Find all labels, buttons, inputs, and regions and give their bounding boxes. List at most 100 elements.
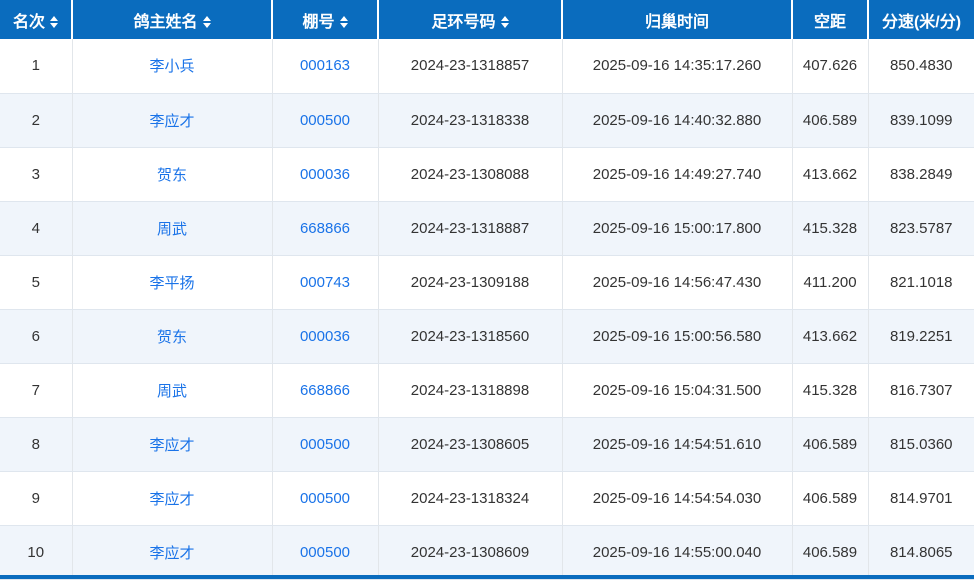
- cell-distance: 413.662: [792, 147, 869, 202]
- cell-ring: 2024-23-1318560: [378, 309, 563, 364]
- cell-owner: 李应才: [72, 471, 273, 526]
- cell-speed: 823.5787: [868, 201, 974, 256]
- column-label-rank: 名次: [12, 13, 45, 31]
- cell-ring: 2024-23-1308605: [378, 417, 563, 472]
- cell-speed: 838.2849: [868, 147, 974, 202]
- cell-time: 2025-09-16 15:00:17.800: [562, 201, 793, 256]
- owner-link[interactable]: 李应才: [149, 113, 194, 130]
- column-header-loft[interactable]: 棚号: [272, 0, 379, 39]
- cell-rank: 4: [0, 201, 73, 256]
- loft-link[interactable]: 000743: [300, 274, 350, 291]
- loft-link[interactable]: 000036: [300, 166, 350, 183]
- owner-link[interactable]: 贺东: [157, 167, 187, 184]
- cell-rank: 10: [0, 525, 73, 580]
- cell-rank: 7: [0, 363, 73, 418]
- cell-time: 2025-09-16 14:55:00.040: [562, 525, 793, 580]
- cell-owner: 李应才: [72, 525, 273, 580]
- cell-rank: 2: [0, 93, 73, 148]
- cell-speed: 815.0360: [868, 417, 974, 472]
- table-body: 1 李小兵 000163 2024-23-1318857 2025-09-16 …: [0, 39, 974, 580]
- cell-owner: 贺东: [72, 309, 273, 364]
- column-label-distance: 空距: [813, 13, 846, 31]
- cell-distance: 413.662: [792, 309, 869, 364]
- owner-link[interactable]: 周武: [157, 383, 187, 400]
- table-row: 4 周武 668866 2024-23-1318887 2025-09-16 1…: [0, 201, 974, 256]
- footer-bar: [0, 575, 974, 579]
- cell-ring: 2024-23-1309188: [378, 255, 563, 310]
- table-row: 1 李小兵 000163 2024-23-1318857 2025-09-16 …: [0, 39, 974, 94]
- cell-distance: 406.589: [792, 417, 869, 472]
- column-label-ring: 足环号码: [431, 13, 496, 31]
- column-header-owner[interactable]: 鸽主姓名: [72, 0, 273, 39]
- loft-link[interactable]: 000036: [300, 328, 350, 345]
- loft-link[interactable]: 000500: [300, 112, 350, 129]
- cell-time: 2025-09-16 14:40:32.880: [562, 93, 793, 148]
- column-header-rank[interactable]: 名次: [0, 0, 73, 39]
- cell-time: 2025-09-16 15:00:56.580: [562, 309, 793, 364]
- cell-rank: 3: [0, 147, 73, 202]
- table-row: 7 周武 668866 2024-23-1318898 2025-09-16 1…: [0, 363, 974, 418]
- column-header-distance: 空距: [792, 0, 869, 39]
- cell-loft: 668866: [272, 363, 379, 418]
- cell-loft: 000743: [272, 255, 379, 310]
- cell-owner: 周武: [72, 201, 273, 256]
- column-header-ring[interactable]: 足环号码: [378, 0, 563, 39]
- cell-time: 2025-09-16 14:56:47.430: [562, 255, 793, 310]
- cell-owner: 贺东: [72, 147, 273, 202]
- cell-distance: 406.589: [792, 471, 869, 526]
- cell-speed: 821.1018: [868, 255, 974, 310]
- cell-loft: 000036: [272, 147, 379, 202]
- loft-link[interactable]: 000500: [300, 490, 350, 507]
- cell-time: 2025-09-16 15:04:31.500: [562, 363, 793, 418]
- cell-speed: 819.2251: [868, 309, 974, 364]
- cell-loft: 000500: [272, 93, 379, 148]
- cell-owner: 李小兵: [72, 39, 273, 94]
- table-row: 8 李应才 000500 2024-23-1308605 2025-09-16 …: [0, 417, 974, 472]
- table-row: 5 李平扬 000743 2024-23-1309188 2025-09-16 …: [0, 255, 974, 310]
- header-row: 名次 鸽主姓名 棚号 足环号码 归巢时间 空距 分速(米/分): [0, 0, 974, 39]
- cell-speed: 816.7307: [868, 363, 974, 418]
- column-label-time: 归巢时间: [644, 13, 709, 31]
- owner-link[interactable]: 周武: [157, 221, 187, 238]
- cell-rank: 1: [0, 39, 73, 94]
- cell-ring: 2024-23-1308088: [378, 147, 563, 202]
- cell-time: 2025-09-16 14:54:51.610: [562, 417, 793, 472]
- loft-link[interactable]: 000163: [300, 57, 350, 74]
- cell-owner: 李应才: [72, 93, 273, 148]
- table-row: 9 李应才 000500 2024-23-1318324 2025-09-16 …: [0, 471, 974, 526]
- cell-ring: 2024-23-1318898: [378, 363, 563, 418]
- cell-loft: 000500: [272, 471, 379, 526]
- column-label-owner: 鸽主姓名: [133, 13, 198, 31]
- owner-link[interactable]: 李应才: [149, 491, 194, 508]
- cell-owner: 李平扬: [72, 255, 273, 310]
- column-label-speed: 分速(米/分): [881, 13, 962, 31]
- owner-link[interactable]: 李应才: [149, 437, 194, 454]
- sort-icon: [50, 16, 58, 29]
- cell-ring: 2024-23-1318338: [378, 93, 563, 148]
- owner-link[interactable]: 贺东: [157, 329, 187, 346]
- loft-link[interactable]: 668866: [300, 382, 350, 399]
- cell-time: 2025-09-16 14:54:54.030: [562, 471, 793, 526]
- table-header: 名次 鸽主姓名 棚号 足环号码 归巢时间 空距 分速(米/分): [0, 0, 974, 39]
- owner-link[interactable]: 李应才: [149, 545, 194, 562]
- cell-speed: 839.1099: [868, 93, 974, 148]
- cell-owner: 周武: [72, 363, 273, 418]
- cell-rank: 8: [0, 417, 73, 472]
- cell-rank: 6: [0, 309, 73, 364]
- sort-icon: [500, 16, 509, 29]
- cell-rank: 9: [0, 471, 73, 526]
- cell-owner: 李应才: [72, 417, 273, 472]
- table-row: 3 贺东 000036 2024-23-1308088 2025-09-16 1…: [0, 147, 974, 202]
- loft-link[interactable]: 668866: [300, 220, 350, 237]
- loft-link[interactable]: 000500: [300, 544, 350, 561]
- cell-time: 2025-09-16 14:49:27.740: [562, 147, 793, 202]
- owner-link[interactable]: 李小兵: [149, 58, 194, 75]
- sort-icon: [202, 16, 211, 29]
- cell-ring: 2024-23-1318887: [378, 201, 563, 256]
- cell-distance: 415.328: [792, 363, 869, 418]
- cell-speed: 850.4830: [868, 39, 974, 94]
- owner-link[interactable]: 李平扬: [149, 275, 194, 292]
- table-row: 6 贺东 000036 2024-23-1318560 2025-09-16 1…: [0, 309, 974, 364]
- loft-link[interactable]: 000500: [300, 436, 350, 453]
- cell-speed: 814.9701: [868, 471, 974, 526]
